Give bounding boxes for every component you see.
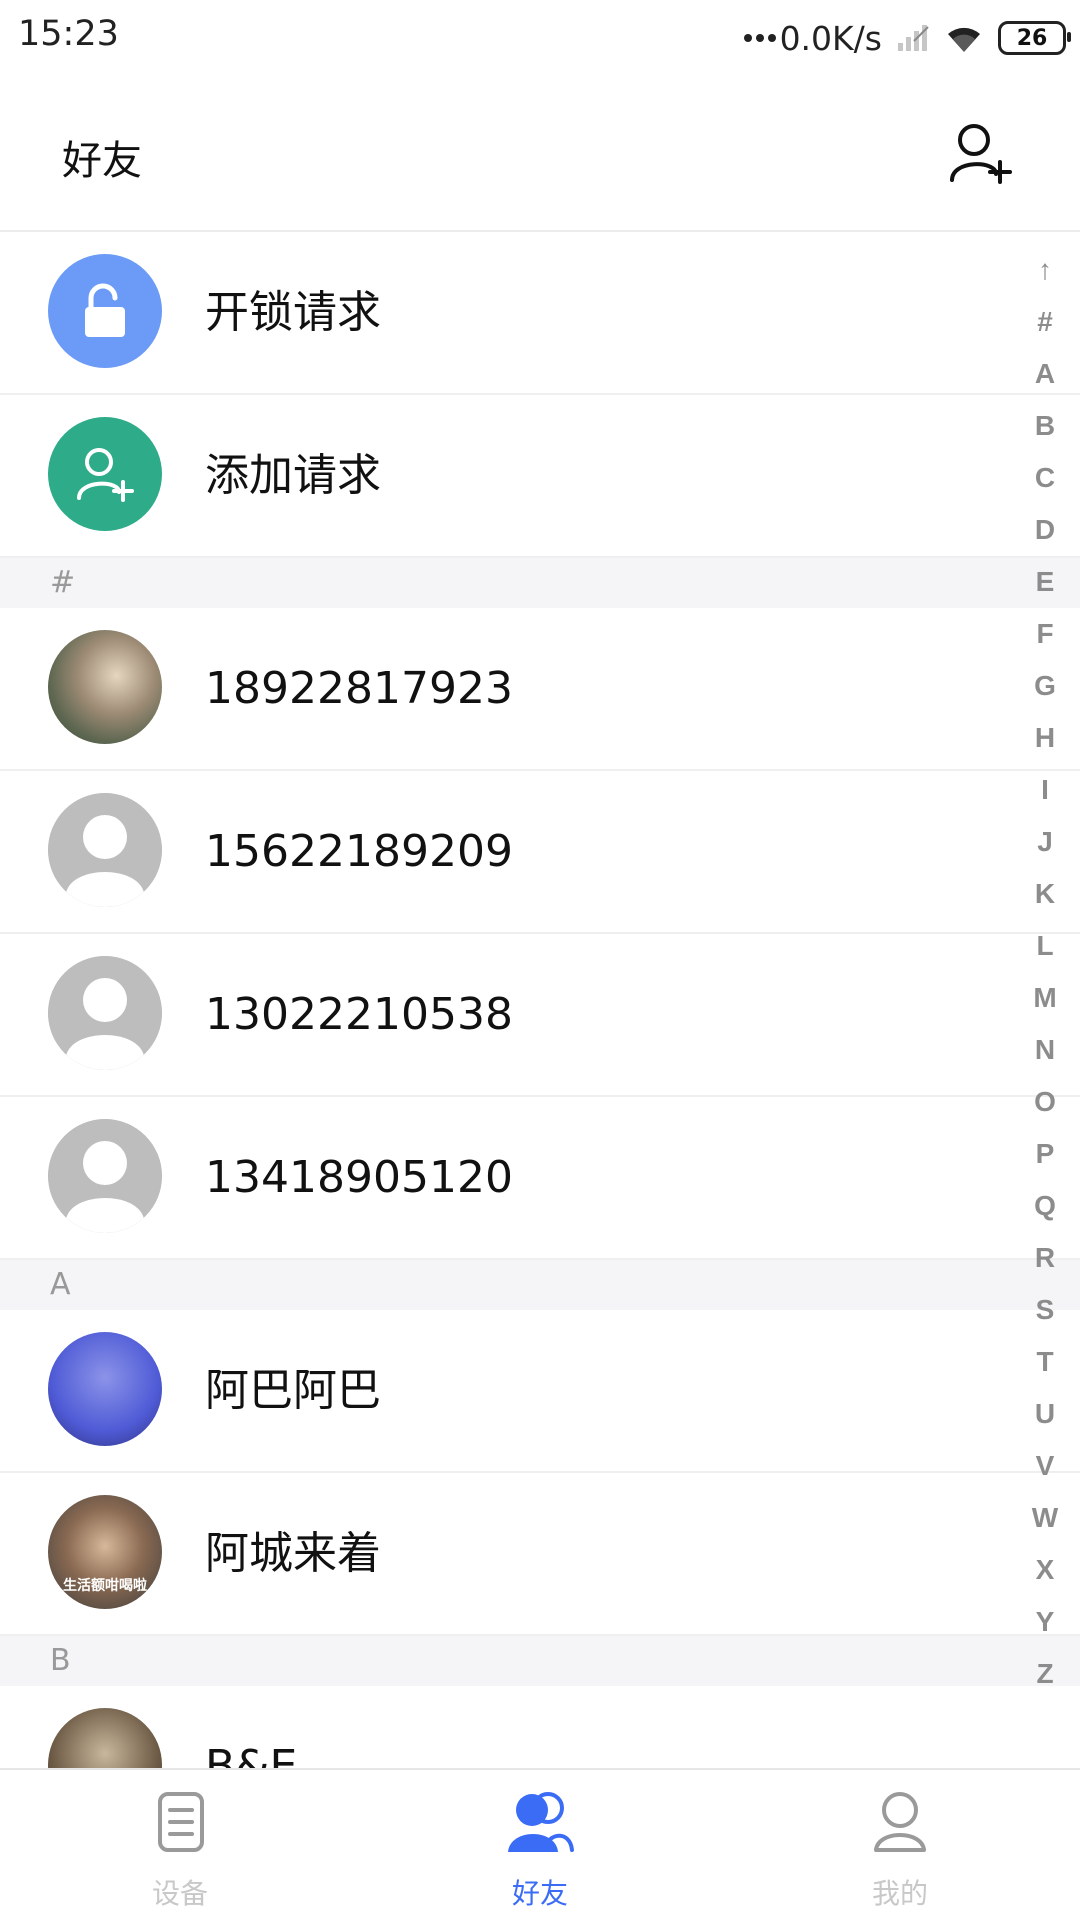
- contact-name: B&E: [205, 1741, 298, 1768]
- avatar: [48, 1119, 162, 1233]
- more-dots-icon: [743, 34, 776, 42]
- contact-item[interactable]: 生活额咁喝啦 阿城来着: [0, 1473, 1080, 1636]
- profile-icon: [874, 1792, 926, 1852]
- index-letter[interactable]: V: [1036, 1440, 1055, 1492]
- add-request-label: 添加请求: [205, 450, 381, 501]
- contact-item[interactable]: 13418905120: [0, 1097, 1080, 1260]
- bottom-nav: 设备 好友 我的: [0, 1768, 1080, 1920]
- contact-item[interactable]: 13022210538: [0, 934, 1080, 1097]
- index-letter[interactable]: S: [1036, 1284, 1055, 1336]
- app-header: 好友: [0, 76, 1080, 232]
- device-list-icon: [158, 1792, 204, 1852]
- index-letter[interactable]: N: [1035, 1024, 1055, 1076]
- nav-label-friends: 好友: [511, 1877, 568, 1910]
- network-speed: 0.0K/s: [743, 18, 882, 58]
- index-letter[interactable]: ↑: [1038, 244, 1052, 296]
- index-letter[interactable]: Z: [1036, 1648, 1053, 1700]
- wifi-icon: [948, 27, 980, 52]
- nav-label-profile: 我的: [871, 1877, 928, 1910]
- add-request-avatar: [48, 417, 162, 531]
- index-letter[interactable]: M: [1033, 972, 1056, 1024]
- add-request-item[interactable]: 添加请求: [0, 395, 1080, 558]
- nav-item-devices[interactable]: 设备: [0, 1770, 360, 1920]
- index-letter[interactable]: T: [1036, 1336, 1053, 1388]
- unlock-request-label: 开锁请求: [205, 287, 381, 338]
- contact-name: 13022210538: [205, 989, 513, 1040]
- index-letter[interactable]: R: [1035, 1232, 1055, 1284]
- battery-icon: 26: [998, 21, 1071, 55]
- index-letter[interactable]: G: [1034, 660, 1056, 712]
- index-letter[interactable]: F: [1036, 608, 1053, 660]
- index-letter[interactable]: L: [1036, 920, 1053, 972]
- status-time: 15:23: [18, 14, 119, 54]
- avatar-caption: 生活额咁喝啦: [63, 1578, 147, 1594]
- contact-name: 13418905120: [205, 1152, 513, 1203]
- section-header-hash: #: [0, 558, 1080, 608]
- add-user-icon[interactable]: [948, 120, 1014, 186]
- index-letter[interactable]: I: [1041, 764, 1049, 816]
- avatar: [48, 793, 162, 907]
- index-letter[interactable]: Y: [1036, 1596, 1055, 1648]
- index-letter[interactable]: J: [1037, 816, 1053, 868]
- avatar: [48, 1708, 162, 1768]
- network-speed-text: 0.0K/s: [779, 18, 882, 58]
- index-letter[interactable]: X: [1036, 1544, 1055, 1596]
- contact-item[interactable]: B&E: [0, 1686, 1080, 1768]
- index-letter[interactable]: W: [1032, 1492, 1058, 1544]
- index-letter[interactable]: D: [1035, 504, 1055, 556]
- contact-name: 阿城来着: [205, 1528, 381, 1579]
- contact-name: 15622189209: [205, 826, 513, 877]
- index-letter[interactable]: E: [1036, 556, 1055, 608]
- unlock-avatar: [48, 254, 162, 368]
- section-header-b: B: [0, 1636, 1080, 1686]
- nav-item-profile[interactable]: 我的: [720, 1770, 1080, 1920]
- index-letter[interactable]: Q: [1034, 1180, 1056, 1232]
- default-avatar-icon: [48, 956, 162, 1070]
- friends-icon: [508, 1792, 574, 1852]
- index-letter[interactable]: C: [1035, 452, 1055, 504]
- index-letter[interactable]: A: [1035, 348, 1055, 400]
- unlock-request-item[interactable]: 开锁请求: [0, 232, 1080, 395]
- alphabet-index[interactable]: ↑ # A B C D E F G H I J K L M N O P Q R S T U V W X Y Z: [1020, 244, 1070, 1700]
- index-letter[interactable]: O: [1034, 1076, 1056, 1128]
- contact-item[interactable]: 阿巴阿巴: [0, 1310, 1080, 1473]
- index-letter[interactable]: B: [1035, 400, 1055, 452]
- contact-item[interactable]: 15622189209: [0, 771, 1080, 934]
- add-user-icon: [77, 448, 134, 502]
- default-avatar-icon: [48, 1119, 162, 1233]
- avatar: [48, 630, 162, 744]
- contact-name: 阿巴阿巴: [205, 1365, 381, 1416]
- contact-name: 18922817923: [205, 663, 513, 714]
- signal-icon: [898, 25, 929, 51]
- index-letter[interactable]: H: [1035, 712, 1055, 764]
- page-title: 好友: [62, 138, 142, 184]
- avatar: 生活额咁喝啦: [48, 1495, 162, 1609]
- contact-item[interactable]: 18922817923: [0, 608, 1080, 771]
- status-icons: 0.0K/s 26: [743, 14, 1071, 62]
- avatar: [48, 1332, 162, 1446]
- nav-label-devices: 设备: [151, 1877, 208, 1910]
- index-letter[interactable]: #: [1037, 296, 1053, 348]
- index-letter[interactable]: K: [1035, 868, 1055, 920]
- index-letter[interactable]: U: [1035, 1388, 1055, 1440]
- nav-item-friends[interactable]: 好友: [360, 1770, 720, 1920]
- friend-list[interactable]: 开锁请求 添加请求 # 18922817923 15622189209 1302…: [0, 232, 1080, 1768]
- unlock-icon: [85, 283, 125, 337]
- status-bar: 15:23 0.0K/s 26: [0, 0, 1080, 76]
- default-avatar-icon: [48, 793, 162, 907]
- section-header-a: A: [0, 1260, 1080, 1310]
- index-letter[interactable]: P: [1036, 1128, 1055, 1180]
- avatar: [48, 956, 162, 1070]
- friends-page: 15:23 0.0K/s 26 好友 开锁请求 添加请求 # 189228179…: [0, 0, 1080, 1920]
